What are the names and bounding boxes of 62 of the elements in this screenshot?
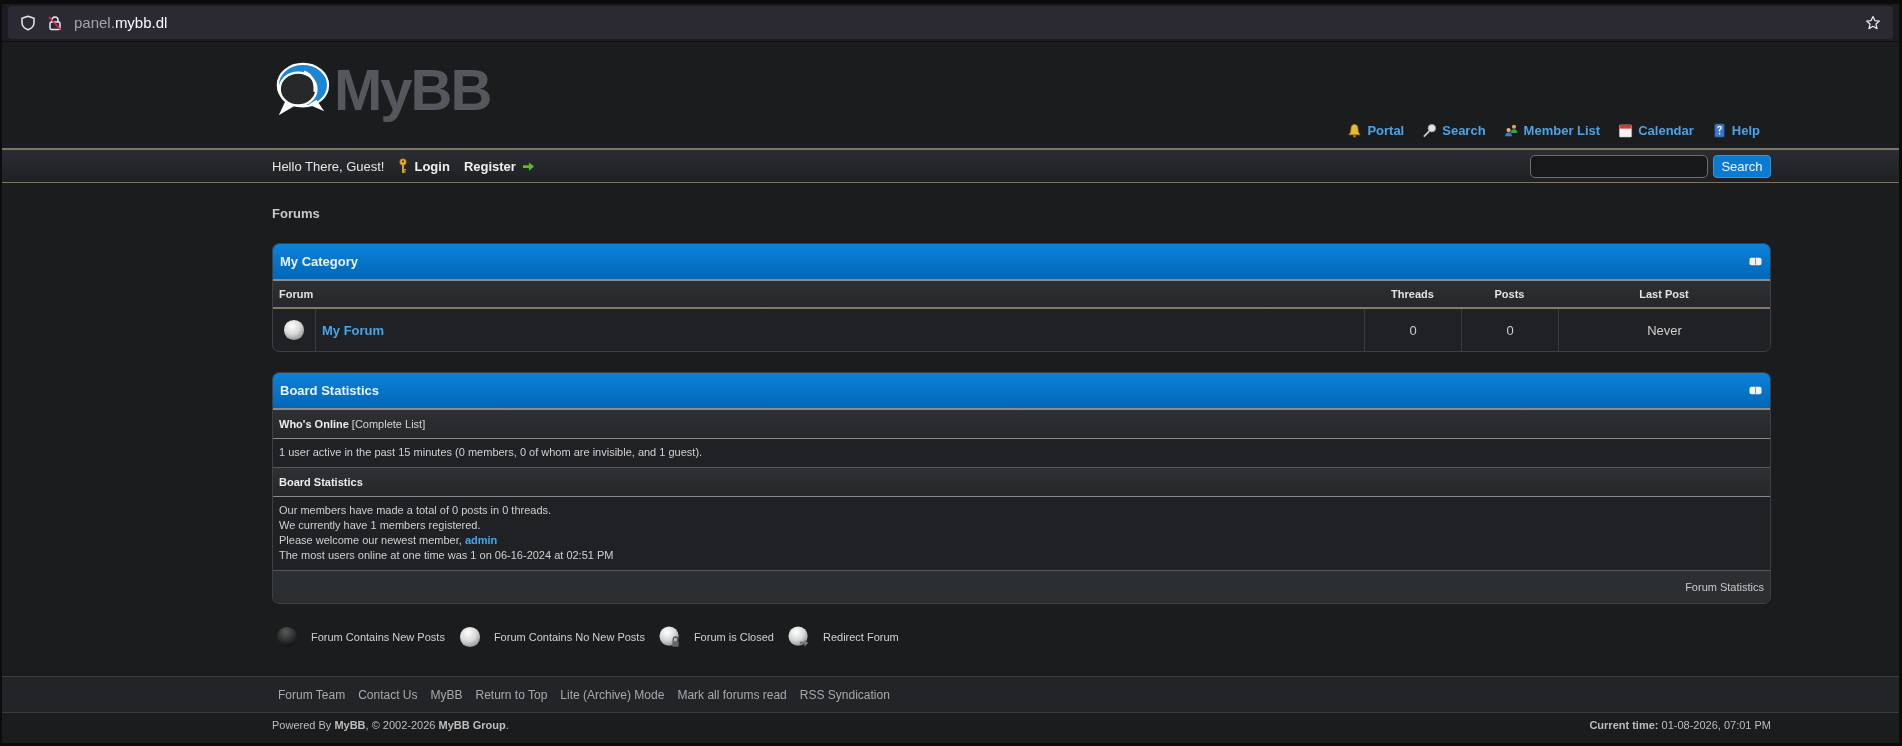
forum-statistics-link[interactable]: Forum Statistics (1685, 581, 1764, 593)
statistics-text: The most users online at one time was 1 on 06-16-2024 at 02:51 PM (279, 548, 615, 563)
breadcrumb-link[interactable]: Forums (272, 206, 320, 221)
footer-link[interactable]: Return to Top (475, 687, 548, 702)
calendar-icon (1618, 122, 1634, 138)
copyright-text: Powered By MyBB, © 2002-2026 MyBB Group. (272, 718, 509, 732)
column-header: Forum (278, 288, 315, 300)
current-time-text: Current time: 01-08-2026, 07:01 PM (1589, 718, 1771, 732)
help-book-icon (1711, 122, 1727, 138)
column-header: Posts (1493, 288, 1526, 300)
forum-link[interactable]: My Forum (322, 322, 385, 338)
table-cell: Never (1558, 309, 1770, 351)
statistics-text: We currently have 1 members registered. (279, 518, 482, 533)
footer-link[interactable]: Lite (Archive) Mode (560, 687, 665, 702)
footer-link[interactable]: Forum Team (278, 687, 346, 702)
statistics-text: Our members have made a total of 0 posts in 0 threads. (279, 503, 553, 518)
people-icon (1503, 122, 1519, 138)
legend-label: Forum Contains New Posts (311, 631, 445, 643)
footer-link[interactable]: Mark all forums read (677, 687, 787, 702)
greeting-text: Hello There, Guest! (272, 158, 385, 174)
collapse-icon[interactable] (1749, 257, 1762, 266)
sphere-icon (283, 319, 305, 341)
sphere-icon (458, 626, 481, 648)
sphere-icon (276, 626, 298, 648)
section-heading: Board Statistics (279, 476, 363, 488)
statistics-text: Please welcome our newest member, admin (279, 533, 499, 548)
nav-link[interactable]: Portal (1347, 122, 1405, 138)
member-link[interactable]: admin (464, 534, 498, 546)
complete-list-link[interactable]: [Complete List] (351, 418, 426, 430)
bell-icon (1347, 122, 1363, 138)
star-icon[interactable] (1865, 14, 1881, 31)
column-header: Last Post (1638, 288, 1690, 300)
collapse-icon[interactable] (1749, 386, 1762, 395)
table-cell: 0 (1364, 309, 1461, 351)
shield-icon (20, 14, 36, 31)
legend-label: Redirect Forum (822, 631, 899, 643)
address-bar[interactable]: panel.mybb.dl (8, 6, 1893, 39)
legend-label: Forum Contains No New Posts (493, 631, 645, 643)
column-header: Threads (1390, 288, 1435, 300)
statistics-title: Board Statistics (280, 383, 379, 398)
section-heading: Who's Online (279, 418, 349, 430)
statistics-text: 1 user active in the past 15 minutes (0 members, 0 of whom are invisible, and 1 guest). (279, 445, 704, 460)
table-cell: 0 (1461, 309, 1558, 351)
footer-link[interactable]: Contact Us (358, 687, 418, 702)
nav-link[interactable]: Help (1711, 122, 1760, 138)
nav-link[interactable]: Search (1422, 122, 1486, 138)
nav-link[interactable]: Member List (1503, 122, 1601, 138)
lock-icon[interactable] (47, 14, 63, 31)
legend-label: Forum is Closed (693, 631, 774, 643)
category-title[interactable]: My Category (280, 254, 359, 269)
nav-link[interactable]: Calendar (1618, 122, 1694, 138)
account-link[interactable]: Login (398, 158, 450, 174)
search-button[interactable]: Search (1713, 154, 1771, 178)
url-text: panel.mybb.dl (74, 14, 168, 31)
sphere-lock-icon (658, 626, 681, 648)
key-icon (398, 158, 409, 174)
search-icon (1422, 122, 1438, 138)
arrow-right-icon (521, 160, 535, 172)
account-link[interactable]: Register (463, 158, 535, 174)
footer-link[interactable]: MyBB (430, 687, 463, 702)
search-field[interactable] (1530, 154, 1708, 178)
footer-link[interactable]: RSS Syndication (799, 687, 890, 702)
